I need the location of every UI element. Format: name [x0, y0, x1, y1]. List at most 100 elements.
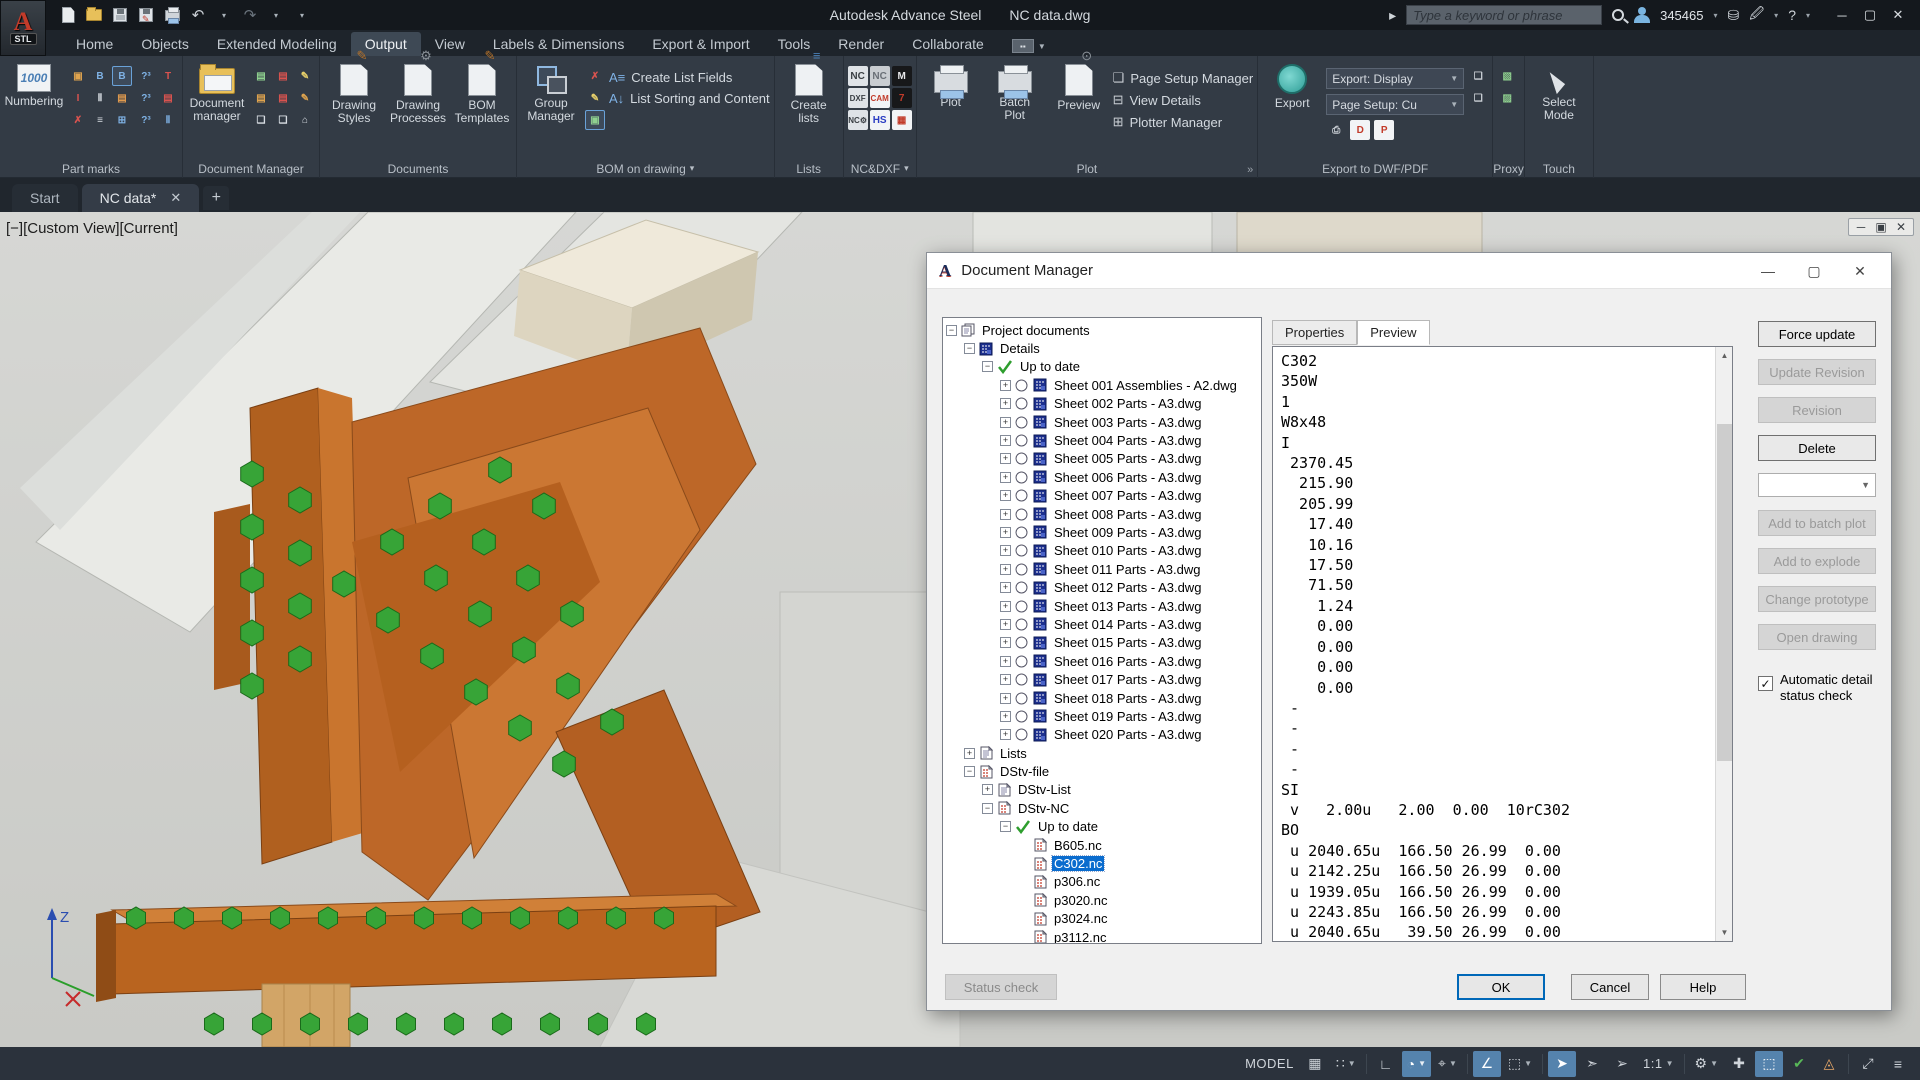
expand-icon[interactable]: +	[1000, 693, 1011, 704]
vp-minimize-icon[interactable]: ─	[1852, 220, 1870, 234]
unknown-mark-3-icon[interactable]: ?³	[136, 110, 156, 130]
revision-select[interactable]: ▼	[1758, 473, 1876, 497]
save-icon[interactable]	[110, 5, 130, 25]
tab-close-icon[interactable]: ✕	[170, 190, 181, 206]
tree-item[interactable]: +DStv-List	[946, 781, 1261, 799]
tree-item[interactable]: +Sheet 008 Parts - A3.dwg	[946, 505, 1261, 523]
panel-label[interactable]: Proxy	[1493, 159, 1524, 178]
user-icon[interactable]	[1634, 7, 1650, 23]
qat-customize-icon[interactable]: ▾	[292, 5, 312, 25]
new-tab-button[interactable]: +	[203, 186, 229, 210]
object-snap-icon[interactable]: ⌖▼	[1433, 1051, 1462, 1077]
expand-icon[interactable]: +	[1000, 656, 1011, 667]
panel-label[interactable]: Touch	[1525, 159, 1593, 178]
collapse-icon[interactable]: −	[1000, 821, 1011, 832]
update-drawing-icon[interactable]: ▤	[273, 66, 293, 86]
panel-label[interactable]: Part marks	[0, 159, 182, 178]
expand-icon[interactable]: +	[1000, 582, 1011, 593]
redo-icon[interactable]: ↷	[240, 5, 260, 25]
numbers-grid-icon[interactable]: ⊞	[112, 110, 132, 130]
column-mark-icon[interactable]: T	[158, 66, 178, 86]
vp-restore-icon[interactable]: ▣	[1872, 220, 1890, 234]
panel-label[interactable]: Export to DWF/PDF	[1258, 159, 1492, 178]
minimize-button[interactable]: ─	[1828, 3, 1856, 27]
tree-item[interactable]: +Sheet 014 Parts - A3.dwg	[946, 615, 1261, 633]
nc-explode-icon[interactable]: NC	[870, 66, 890, 86]
unknown-mark-1-icon[interactable]: ?³	[136, 66, 156, 86]
b1000-mark-icon[interactable]: B	[90, 66, 110, 86]
search-icon[interactable]	[1612, 9, 1624, 21]
maximize-button[interactable]: ▢	[1856, 3, 1884, 27]
app-store-cart-icon[interactable]: ⛁	[1728, 7, 1740, 24]
create-list-fields-button[interactable]: A≡Create List Fields	[609, 70, 770, 85]
annotation-monitor-icon[interactable]: ◬	[1815, 1051, 1843, 1077]
tree-item[interactable]: −Project documents	[946, 321, 1261, 339]
tree-item[interactable]: +Sheet 013 Parts - A3.dwg	[946, 597, 1261, 615]
panel-label[interactable]: Plot»	[917, 159, 1258, 178]
selection-cycling-icon[interactable]: ⬚▼	[1503, 1051, 1537, 1077]
dialog-title-bar[interactable]: A Document Manager —▢✕	[927, 253, 1891, 289]
tab-preview[interactable]: Preview	[1357, 320, 1429, 345]
undo-icon[interactable]: ↶	[188, 5, 208, 25]
expand-icon[interactable]: +	[1000, 564, 1011, 575]
ribbon-tab-extended-modeling[interactable]: Extended Modeling	[203, 32, 351, 56]
tree-item[interactable]: p3112.nc	[946, 928, 1261, 944]
tree-item[interactable]: p3020.nc	[946, 891, 1261, 909]
collapse-icon[interactable]: −	[982, 361, 993, 372]
proxy-graphics-icon[interactable]: ▧	[1497, 66, 1517, 86]
tree-item[interactable]: +Sheet 006 Parts - A3.dwg	[946, 468, 1261, 486]
annotation-scale-button[interactable]: 1:1▼	[1638, 1051, 1679, 1077]
machine-m-icon[interactable]: M	[892, 66, 912, 86]
user-id[interactable]: 345465	[1660, 8, 1703, 23]
model-status-icon[interactable]: ✔	[1785, 1051, 1813, 1077]
create-lists-button[interactable]: ≡Createlists	[779, 60, 839, 125]
open-folder-icon[interactable]	[84, 5, 104, 25]
delete-drawing-icon[interactable]: ▤	[273, 88, 293, 108]
dialog-close-button[interactable]: ✕	[1837, 253, 1883, 289]
delete-button[interactable]: Delete	[1758, 435, 1876, 461]
compare-marks-icon[interactable]: ≡	[90, 110, 110, 130]
lineweight-icon[interactable]: ∠	[1473, 1051, 1501, 1077]
user-dropdown-icon[interactable]: ▾	[1713, 11, 1717, 20]
copy-drawings-icon[interactable]: ❏	[251, 110, 271, 130]
drawing-processes-button[interactable]: ⚙DrawingProcesses	[388, 60, 448, 125]
batch-plot-button[interactable]: BatchPlot	[985, 60, 1045, 122]
tree-item[interactable]: +Sheet 003 Parts - A3.dwg	[946, 413, 1261, 431]
nc-icon[interactable]: NC	[848, 66, 868, 86]
search-input[interactable]	[1406, 5, 1602, 25]
pdf-icon[interactable]: P	[1374, 120, 1394, 140]
prototype-icon[interactable]: ⌂	[295, 110, 315, 130]
expand-icon[interactable]: +	[1000, 527, 1011, 538]
hispan-icon[interactable]: HS	[870, 110, 890, 130]
numbering-button[interactable]: 1000Numbering	[4, 60, 64, 108]
grid-display-icon[interactable]: ▦	[1301, 1051, 1329, 1077]
tree-item[interactable]: +Sheet 009 Parts - A3.dwg	[946, 523, 1261, 541]
export-button[interactable]: Export	[1262, 60, 1322, 110]
expand-icon[interactable]: +	[1000, 729, 1011, 740]
tree-item[interactable]: +Lists	[946, 744, 1261, 762]
tree-item[interactable]: +Sheet 019 Parts - A3.dwg	[946, 707, 1261, 725]
ribbon-tab-collaborate[interactable]: Collaborate	[898, 32, 998, 56]
plate-mark-icon[interactable]: ▤	[112, 88, 132, 108]
expand-icon[interactable]: +	[1000, 435, 1011, 446]
checkbox-icon[interactable]: ✓	[1758, 676, 1773, 691]
tree-item[interactable]: C302.nc	[946, 854, 1261, 872]
ok-button[interactable]: OK	[1457, 974, 1545, 1000]
scroll-down-icon[interactable]: ▼	[1716, 924, 1733, 941]
scrollbar-thumb[interactable]	[1717, 424, 1732, 761]
plot-icon[interactable]	[162, 5, 182, 25]
b100b-mark-icon[interactable]: B	[112, 66, 132, 86]
tree-item[interactable]: +Sheet 004 Parts - A3.dwg	[946, 431, 1261, 449]
ortho-mode-icon[interactable]: ∟	[1372, 1051, 1400, 1077]
dwf-icon[interactable]: D	[1350, 120, 1370, 140]
expand-icon[interactable]: +	[1000, 398, 1011, 409]
save-as-icon[interactable]	[136, 5, 156, 25]
unknown-mark-2-icon[interactable]: ?³	[136, 88, 156, 108]
help-dropdown-icon[interactable]: ▾	[1806, 11, 1810, 20]
tekla-7-icon[interactable]: 7	[892, 88, 912, 108]
single-number-icon[interactable]: I	[68, 88, 88, 108]
dialog-maximize-button[interactable]: ▢	[1791, 253, 1837, 289]
tree-item[interactable]: +Sheet 010 Parts - A3.dwg	[946, 542, 1261, 560]
export-printer-icon[interactable]: ⎙	[1326, 120, 1346, 140]
group-edit-icon[interactable]: ✎	[585, 88, 605, 108]
